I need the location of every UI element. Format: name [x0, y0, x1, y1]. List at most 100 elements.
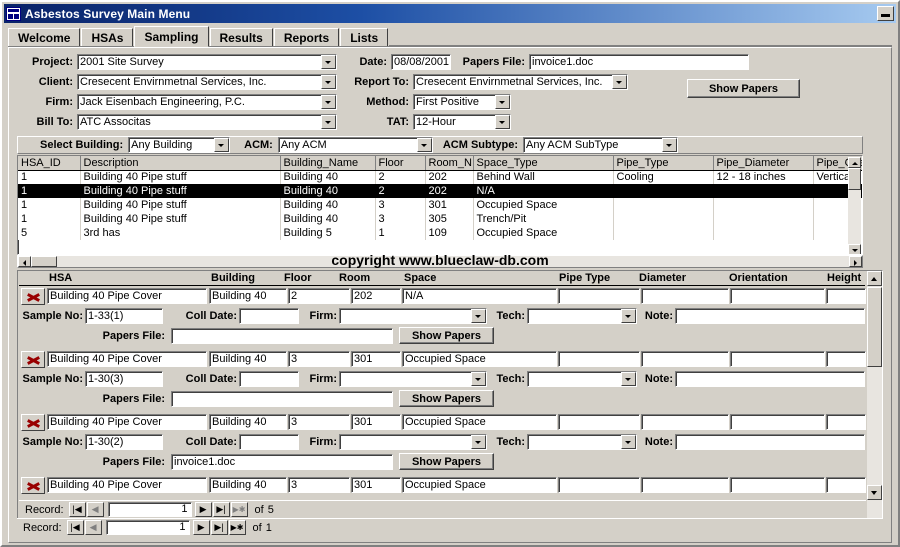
sample-no-input[interactable]: 1-30(3) — [85, 371, 163, 387]
subform-first-record-button[interactable]: |◀ — [68, 502, 86, 517]
datasheet-column-header[interactable]: HSA_ID — [18, 156, 81, 171]
papers-file-input[interactable] — [171, 328, 393, 344]
subform-field-room[interactable]: 301 — [351, 414, 401, 430]
table-cell[interactable] — [713, 184, 814, 198]
datasheet-column-header[interactable]: Pipe_Type — [613, 156, 714, 171]
table-cell[interactable]: 202 — [425, 184, 474, 198]
subform-field-hsa[interactable]: Building 40 Pipe Cover — [47, 288, 207, 304]
subform-field-hsa[interactable]: Building 40 Pipe Cover — [47, 477, 207, 493]
subform-field-hsa[interactable]: Building 40 Pipe Cover — [47, 351, 207, 367]
hsa-datasheet[interactable]: HSA_ID Description Building_Name Floor Room_… — [17, 155, 863, 255]
chevron-down-icon[interactable] — [321, 75, 336, 89]
table-cell[interactable]: 202 — [425, 170, 474, 184]
table-cell[interactable]: Building 5 — [280, 226, 376, 240]
tab-sampling[interactable]: Sampling — [134, 26, 209, 47]
subform-field-height[interactable] — [826, 351, 866, 367]
subform-field-building[interactable]: Building 40 — [209, 351, 287, 367]
report-to-combobox[interactable]: Cresecent Envirnmetnal Services, Inc. — [413, 74, 628, 90]
subform-field-pipe-type[interactable] — [558, 477, 640, 493]
subform-field-space[interactable]: Occupied Space — [402, 414, 557, 430]
subform-current-record-input[interactable]: 1 — [107, 502, 192, 517]
table-cell[interactable]: Occupied Space — [473, 198, 614, 212]
subform-field-height[interactable] — [826, 414, 866, 430]
main-previous-record-button[interactable]: ◀ — [84, 520, 102, 535]
datasheet-column-header[interactable]: Description — [80, 156, 281, 171]
show-papers-button[interactable]: Show Papers — [687, 79, 800, 98]
subform-field-room[interactable]: 301 — [351, 477, 401, 493]
table-cell[interactable]: 1 — [18, 198, 81, 212]
table-cell[interactable]: 12 - 18 inches — [713, 170, 814, 184]
show-papers-button[interactable]: Show Papers — [399, 327, 494, 344]
chevron-down-icon[interactable] — [471, 309, 486, 323]
table-row[interactable]: 5 3rd has Building 5 1 109 Occupied Space — [18, 226, 862, 240]
table-cell[interactable] — [613, 212, 714, 226]
scroll-left-icon[interactable] — [18, 256, 31, 267]
table-cell[interactable]: N/A — [473, 184, 614, 198]
tab-reports[interactable]: Reports — [273, 28, 340, 46]
chevron-down-icon[interactable] — [321, 115, 336, 129]
project-combobox[interactable]: 2001 Site Survey — [77, 54, 337, 70]
table-cell[interactable]: Building 40 — [280, 170, 376, 184]
subform-field-pipe-type[interactable] — [558, 351, 640, 367]
subform-field-orientation[interactable] — [730, 477, 825, 493]
scroll-right-icon[interactable] — [849, 256, 862, 267]
chevron-down-icon[interactable] — [621, 372, 636, 386]
delete-record-button[interactable] — [21, 288, 45, 305]
subform-field-floor[interactable]: 2 — [288, 288, 350, 304]
subform-field-height[interactable] — [826, 477, 866, 493]
subform-field-height[interactable] — [826, 288, 866, 304]
note-input[interactable] — [675, 371, 865, 387]
main-new-record-button[interactable]: ▶✱ — [228, 520, 246, 535]
firm-combobox[interactable]: Jack Eisenbach Engineering, P.C. — [77, 94, 337, 110]
subform-next-record-button[interactable]: ▶ — [194, 502, 212, 517]
building-filter-combobox[interactable]: Any Building — [128, 137, 231, 153]
table-cell[interactable]: Building 40 Pipe stuff — [80, 184, 281, 198]
subform-field-pipe-type[interactable] — [558, 414, 640, 430]
show-papers-button[interactable]: Show Papers — [399, 390, 494, 407]
coll-date-input[interactable] — [239, 434, 299, 450]
table-cell[interactable]: 1 — [18, 212, 81, 226]
table-row[interactable]: 1 Building 40 Pipe stuff Building 40 2 202 N/… — [18, 184, 862, 198]
table-cell[interactable]: Building 40 — [280, 198, 376, 212]
sample-no-input[interactable]: 1-30(2) — [85, 434, 163, 450]
acm-filter-combobox[interactable]: Any ACM — [277, 137, 433, 153]
tab-lists[interactable]: Lists — [340, 28, 389, 46]
table-cell[interactable]: Cooling — [613, 170, 714, 184]
subform-field-diameter[interactable] — [641, 351, 729, 367]
subform-scroll-down-icon[interactable] — [867, 485, 882, 500]
firm-combobox[interactable] — [339, 371, 487, 387]
papers-file-input[interactable]: invoice1.doc — [171, 454, 393, 470]
subform-scroll-thumb[interactable] — [867, 287, 882, 367]
table-cell[interactable]: 1 — [18, 170, 81, 184]
chevron-down-icon[interactable] — [495, 115, 510, 129]
subform-last-record-button[interactable]: ▶| — [212, 502, 230, 517]
table-cell[interactable]: 1 — [18, 184, 81, 198]
table-cell[interactable]: Building 40 — [280, 184, 376, 198]
subform-field-room[interactable]: 202 — [351, 288, 401, 304]
bill-to-combobox[interactable]: ATC Associtas — [77, 114, 337, 130]
table-cell[interactable]: 3 — [375, 198, 426, 212]
subform-field-diameter[interactable] — [641, 414, 729, 430]
chevron-down-icon[interactable] — [662, 138, 678, 152]
papers-file-input[interactable] — [171, 391, 393, 407]
main-last-record-button[interactable]: ▶| — [210, 520, 228, 535]
delete-record-button[interactable] — [21, 414, 45, 431]
table-cell[interactable]: 2 — [375, 184, 426, 198]
table-cell[interactable]: 109 — [425, 226, 474, 240]
subform-field-space[interactable]: Occupied Space — [402, 351, 557, 367]
table-cell[interactable]: Behind Wall — [473, 170, 614, 184]
table-cell[interactable]: 3 — [375, 212, 426, 226]
table-row[interactable]: 1 Building 40 Pipe stuff Building 40 3 305 Tr… — [18, 212, 862, 226]
tat-combobox[interactable]: 12-Hour — [413, 114, 511, 130]
chevron-down-icon[interactable] — [471, 435, 486, 449]
chevron-down-icon[interactable] — [621, 309, 636, 323]
sample-no-input[interactable]: 1-33(1) — [85, 308, 163, 324]
table-cell[interactable] — [613, 226, 714, 240]
window-controls[interactable] — [877, 6, 894, 21]
chevron-down-icon[interactable] — [495, 95, 510, 109]
table-cell[interactable]: Building 40 Pipe stuff — [80, 170, 281, 184]
subform-field-floor[interactable]: 3 — [288, 414, 350, 430]
table-cell[interactable]: Occupied Space — [473, 226, 614, 240]
acm-subtype-filter-combobox[interactable]: Any ACM SubType — [523, 137, 679, 153]
client-combobox[interactable]: Cresecent Envirnmetnal Services, Inc. — [77, 74, 337, 90]
